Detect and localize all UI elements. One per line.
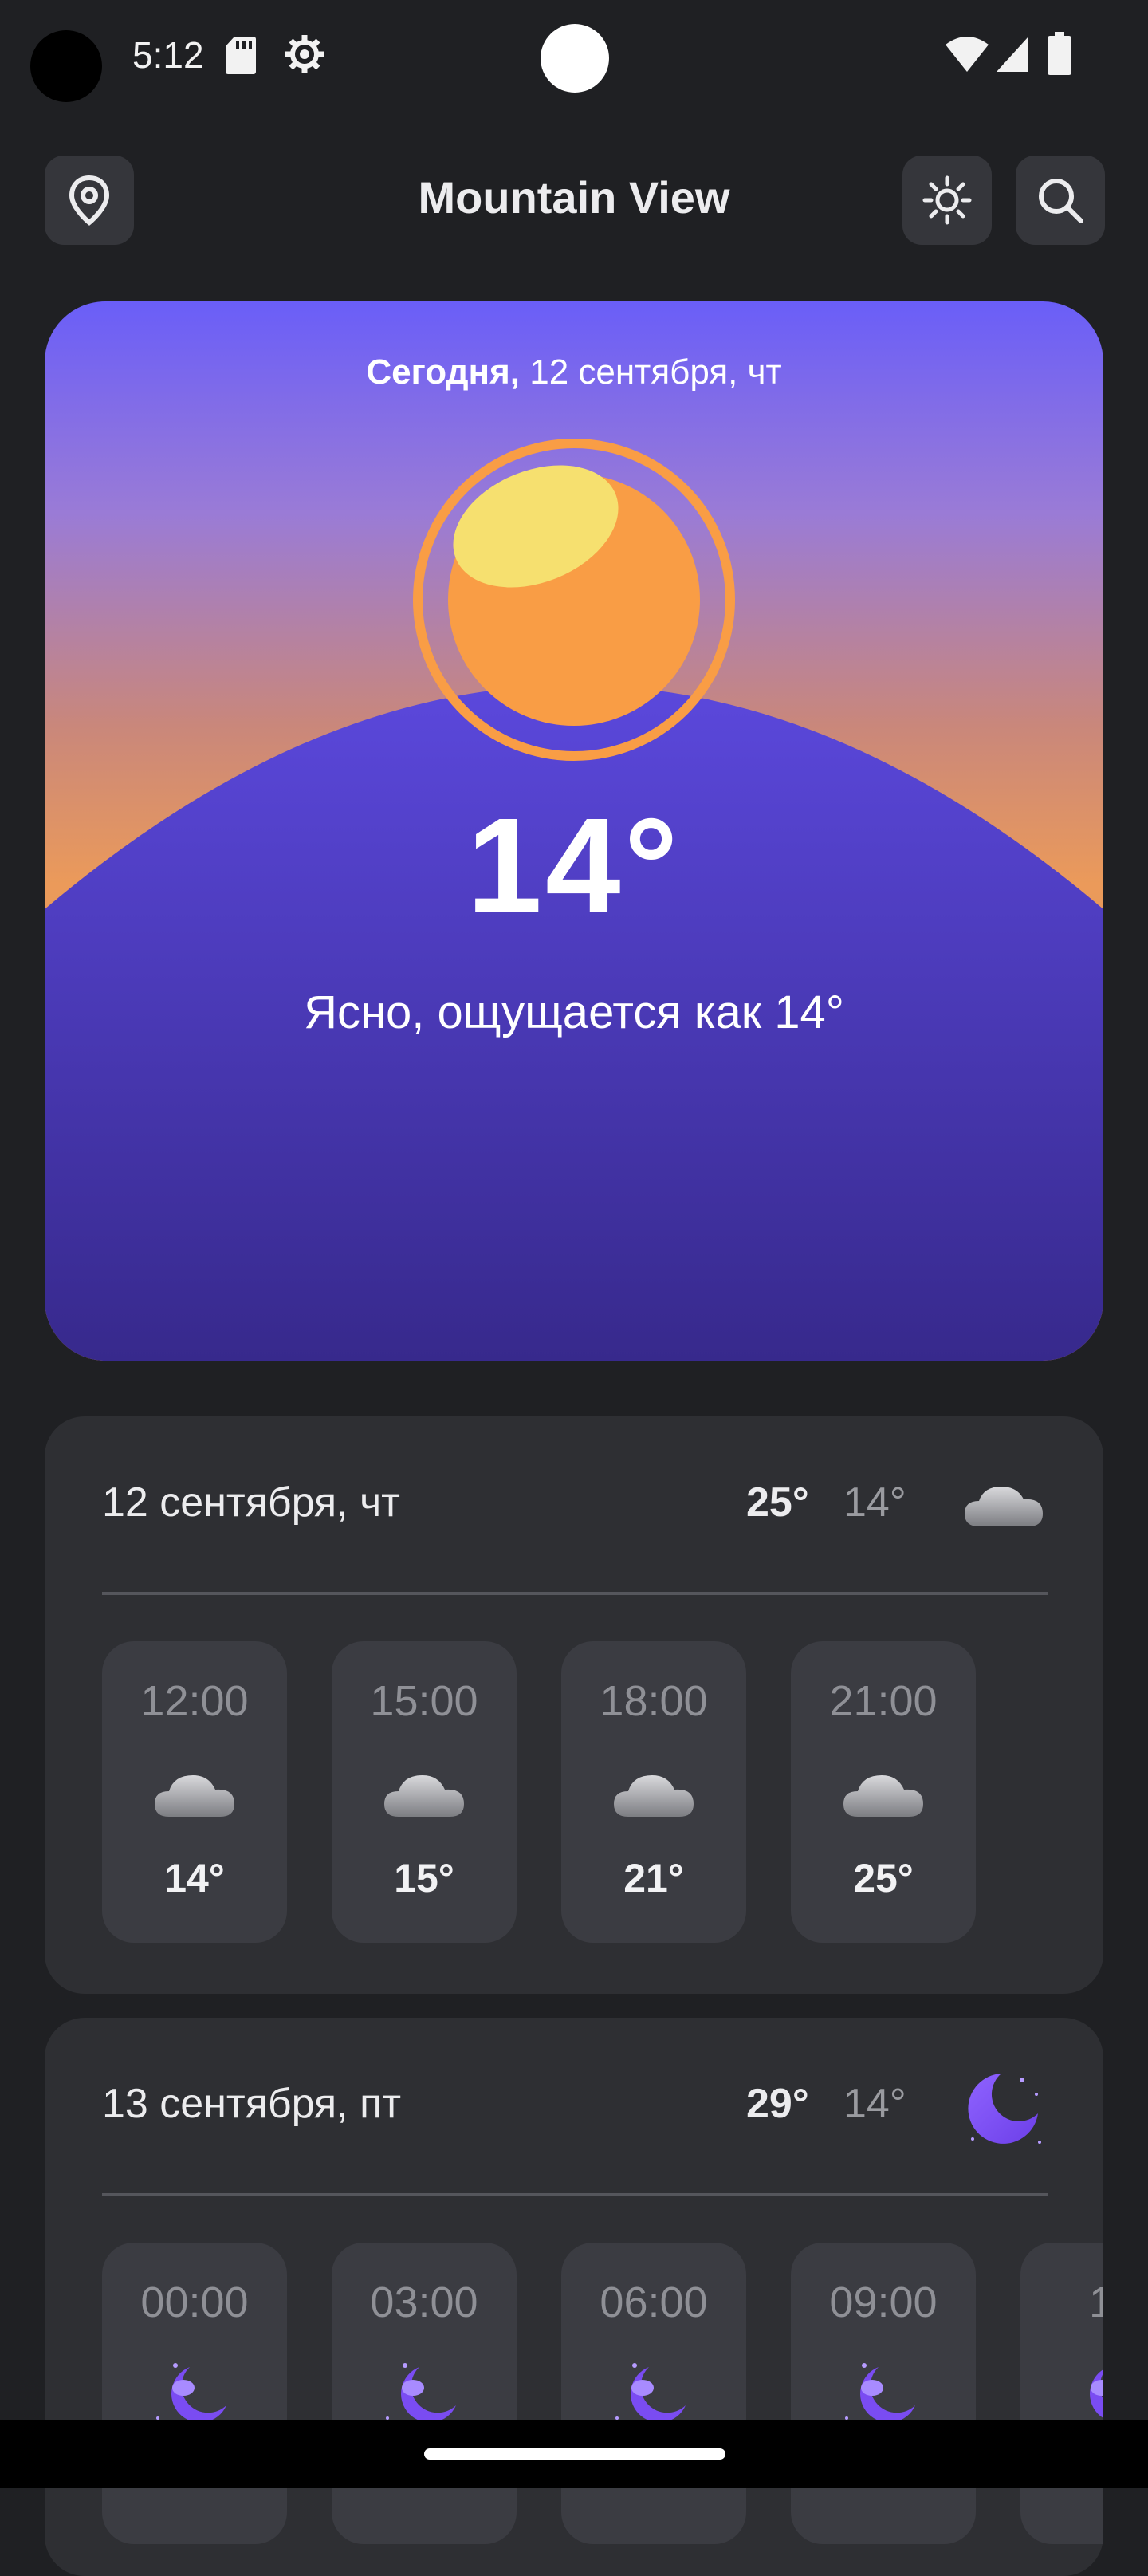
day-date: 12 сентября, чт xyxy=(102,1479,400,1526)
hour-time: 03:00 xyxy=(370,2279,478,2326)
search-button[interactable] xyxy=(1016,156,1105,245)
status-bar: 5:12 xyxy=(0,0,1148,112)
wifi-icon xyxy=(946,37,989,72)
camera-cutout xyxy=(30,30,102,102)
hour-time: 21:00 xyxy=(829,1677,938,1725)
hour-tile[interactable]: 12 xyxy=(1020,2243,1103,2544)
current-weather-card: Сегодня, 12 сентября, чт 14° Ясно, ощуща… xyxy=(45,301,1103,1361)
hour-tile[interactable]: 18:00 21° xyxy=(561,1641,746,1943)
day-high-temp: 29° xyxy=(746,2081,809,2127)
settings-gear-icon xyxy=(285,35,324,73)
day-forecast-card[interactable]: 12 сентября, чт 25° 14° 12:00 14° 15:00 … xyxy=(45,1416,1103,1994)
hour-time: 00:00 xyxy=(140,2279,249,2326)
cloud-icon xyxy=(614,1775,694,1817)
moon-icon xyxy=(968,2074,1041,2144)
hour-temp: 14° xyxy=(164,1856,225,1900)
day-forecast-card[interactable]: 13 сентября, пт 29° 14° 00:00 03:00 06:0… xyxy=(45,2018,1103,2576)
cell-signal-icon xyxy=(997,37,1028,72)
hour-tile[interactable]: 12:00 14° xyxy=(102,1641,287,1943)
hour-tile[interactable]: 03:00 xyxy=(332,2243,517,2544)
hour-temp: 15° xyxy=(394,1856,454,1900)
hour-temp: 25° xyxy=(853,1856,914,1900)
cloud-icon xyxy=(155,1775,234,1817)
sun-brightness-icon xyxy=(922,175,972,225)
cloud-icon xyxy=(384,1775,464,1817)
day-date: 13 сентября, пт xyxy=(102,2081,402,2127)
theme-toggle-button[interactable] xyxy=(902,156,992,245)
moon-icon xyxy=(386,2363,456,2423)
home-gesture-handle[interactable] xyxy=(424,2448,725,2460)
hour-tile[interactable]: 00:00 xyxy=(102,2243,287,2544)
hour-time: 06:00 xyxy=(600,2279,708,2326)
sun-icon xyxy=(413,439,735,761)
hour-time: 18:00 xyxy=(600,1677,708,1725)
today-label: Сегодня, xyxy=(366,353,521,392)
search-icon xyxy=(1039,179,1083,223)
day-low-temp: 14° xyxy=(843,1479,906,1526)
divider xyxy=(102,2193,1048,2196)
cloud-icon xyxy=(843,1775,923,1817)
front-camera xyxy=(541,24,609,93)
app-bar: Mountain View xyxy=(0,156,1148,247)
hour-time: 15:00 xyxy=(370,1677,478,1725)
system-navigation-bar xyxy=(0,2420,1148,2488)
moon-icon xyxy=(615,2363,686,2423)
current-date: Сегодня, 12 сентября, чт xyxy=(45,353,1103,392)
status-time: 5:12 xyxy=(132,34,204,76)
battery-icon xyxy=(1048,32,1071,75)
moon-icon xyxy=(1090,2369,1103,2419)
sd-card-icon xyxy=(226,37,256,74)
hour-tile[interactable]: 15:00 15° xyxy=(332,1641,517,1943)
hour-tile[interactable]: 21:00 25° xyxy=(791,1641,976,1943)
divider xyxy=(102,1592,1048,1595)
day-low-temp: 14° xyxy=(843,2081,906,2127)
hour-tile[interactable]: 06:00 xyxy=(561,2243,746,2544)
hour-tile[interactable]: 09:00 xyxy=(791,2243,976,2544)
cloud-icon xyxy=(965,1487,1043,1526)
moon-icon xyxy=(156,2363,226,2423)
current-temperature: 14° xyxy=(466,790,682,942)
hour-time: 12:00 xyxy=(140,1677,249,1725)
hour-time: 09:00 xyxy=(829,2279,938,2326)
current-condition: Ясно, ощущается как 14° xyxy=(304,987,844,1038)
hourly-forecast-row[interactable]: 00:00 03:00 06:00 09:00 1 xyxy=(102,2243,1103,2546)
hour-temp: 21° xyxy=(623,1856,684,1900)
moon-icon xyxy=(845,2363,915,2423)
today-date: 12 сентября, чт xyxy=(520,353,782,392)
hourly-forecast-row[interactable]: 12:00 14° 15:00 15° 18:00 21° 21:00 25° xyxy=(102,1641,1103,1944)
day-high-temp: 25° xyxy=(746,1479,809,1526)
hour-time: 12 xyxy=(1088,2279,1103,2326)
